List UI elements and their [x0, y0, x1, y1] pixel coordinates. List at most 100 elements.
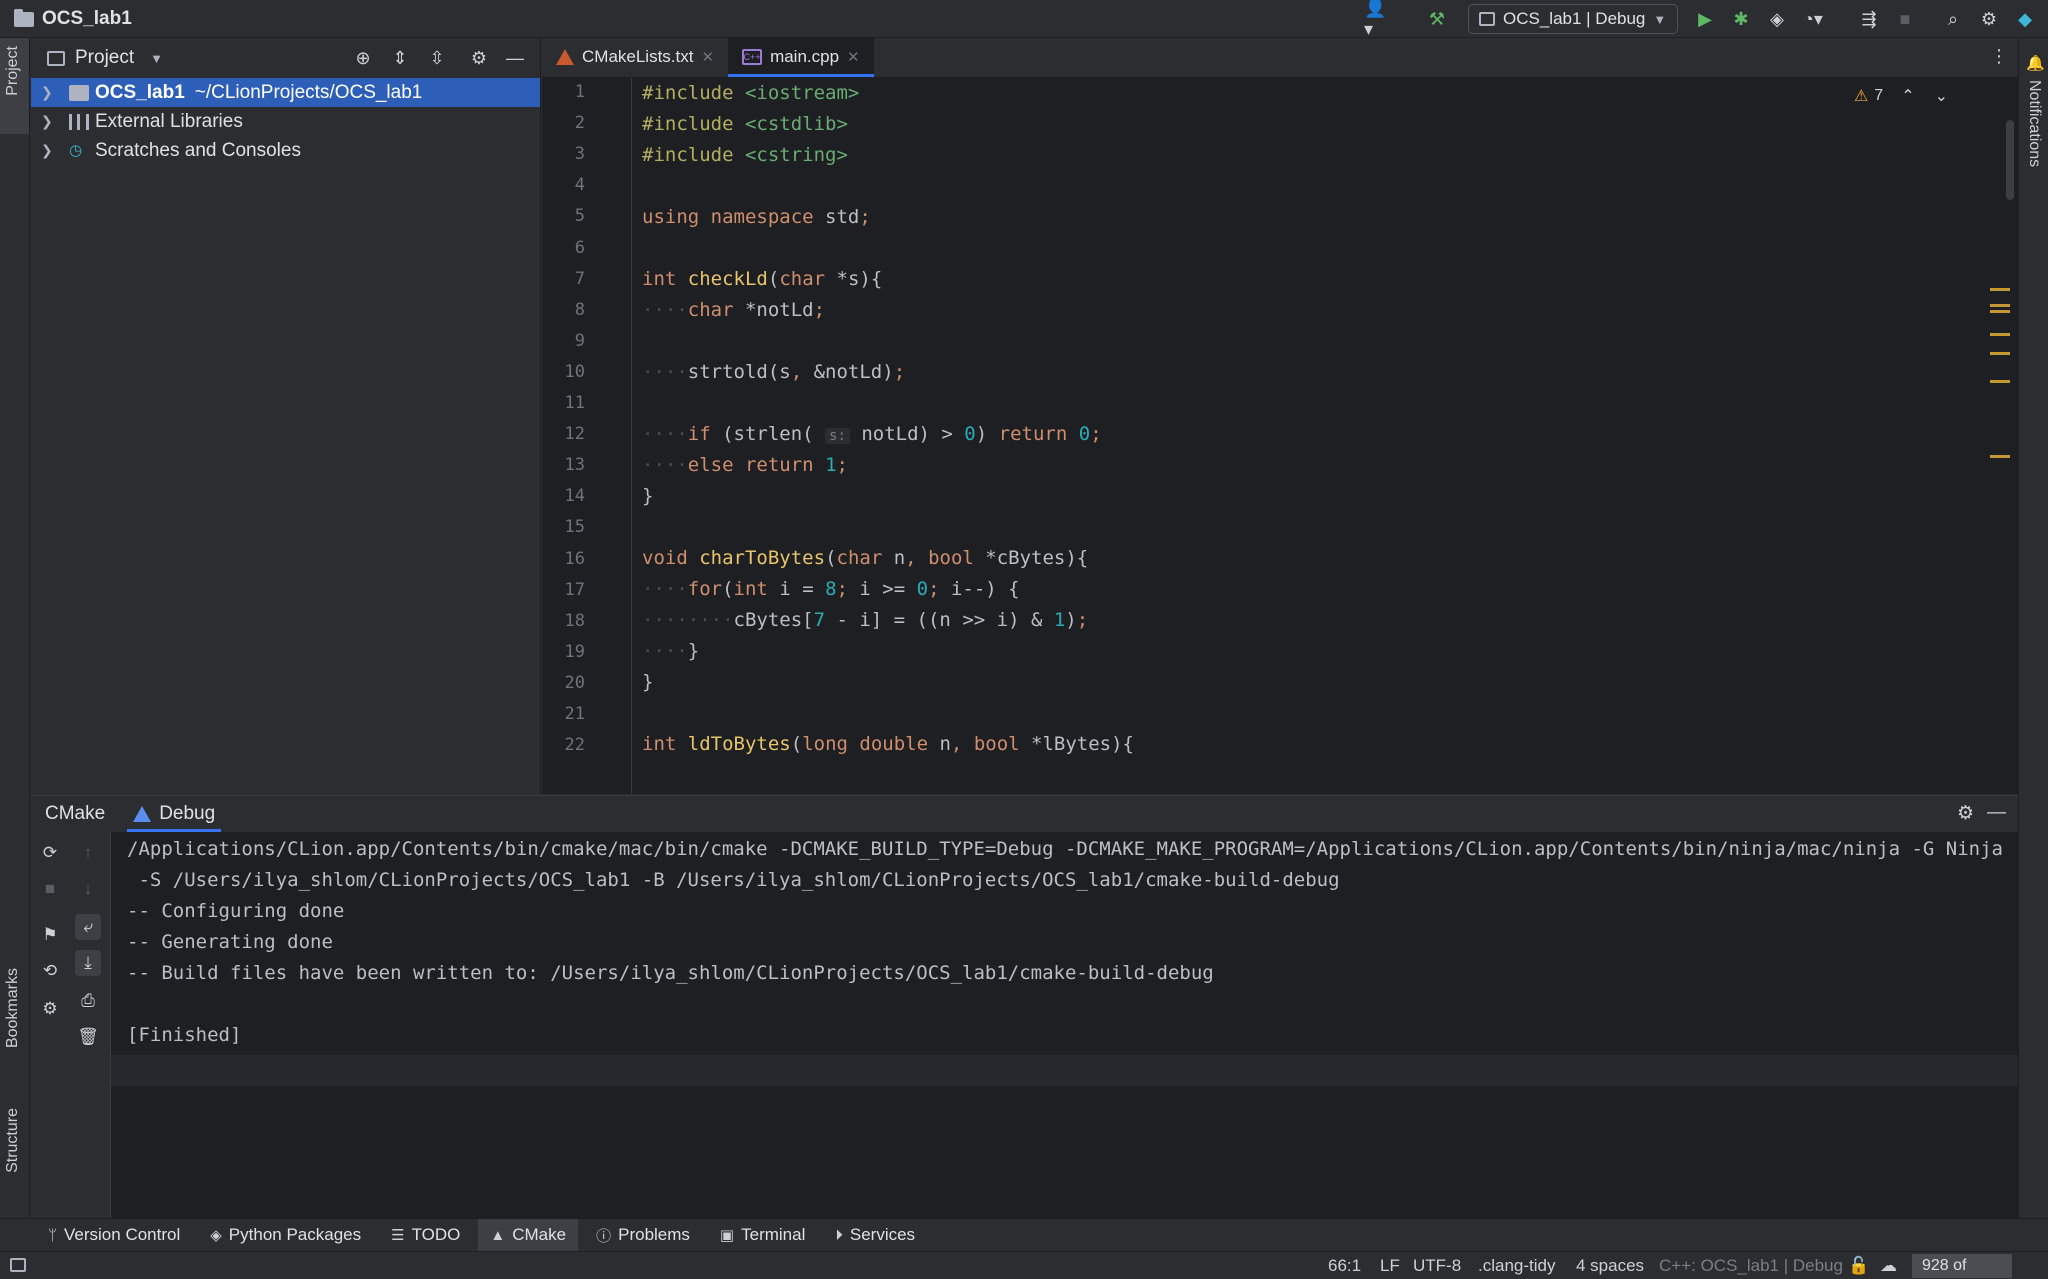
warning-marker[interactable]: [1990, 333, 2010, 336]
line-separator[interactable]: LF: [1380, 1256, 1400, 1276]
memory-indicator[interactable]: 928 of 4096M: [1912, 1254, 2012, 1278]
toggle-tool-windows-icon[interactable]: [10, 1258, 26, 1272]
minimize-icon[interactable]: —: [1987, 802, 2006, 824]
soft-wrap-icon[interactable]: ⤶: [75, 914, 101, 940]
minimize-icon[interactable]: —: [503, 46, 527, 70]
expand-all-icon[interactable]: ⇕: [388, 46, 412, 70]
line-number: 8: [574, 299, 585, 320]
chevron-up-icon[interactable]: ⌃: [1901, 86, 1914, 106]
print-icon[interactable]: ⎙: [75, 988, 101, 1014]
tool-window-label: CMake: [512, 1225, 567, 1244]
clang-tidy-widget[interactable]: .clang-tidy: [1478, 1256, 1555, 1276]
cloud-sync-icon[interactable]: ☁: [1880, 1256, 1897, 1276]
run-configuration-dropdown[interactable]: OCS_lab1 | Debug ▼: [1468, 4, 1678, 34]
locate-icon[interactable]: ⊕: [351, 46, 375, 70]
tool-window-label: Version Control: [64, 1225, 181, 1244]
warnings-count: 7: [1874, 87, 1884, 104]
tab-cmake[interactable]: CMake: [39, 796, 111, 832]
list-icon: ☰: [391, 1227, 405, 1244]
warning-marker[interactable]: [1990, 380, 2010, 383]
toolbox-logo-icon[interactable]: ◆: [2012, 6, 2038, 32]
tool-window-cmake[interactable]: ▲ CMake: [478, 1218, 579, 1252]
tool-window-problems[interactable]: ⓘ Problems: [584, 1219, 702, 1252]
code-line: ········cBytes[7 - i] = ((n >> i) & 1);: [642, 609, 1089, 631]
structure-stripe-label[interactable]: Structure: [4, 1108, 22, 1173]
chevron-right-icon[interactable]: ❯: [41, 142, 63, 159]
stop-icon[interactable]: ■: [1892, 6, 1918, 32]
profile-icon[interactable]: 👤▾: [1364, 0, 1390, 39]
lock-icon[interactable]: 🔓: [1848, 1256, 1869, 1276]
line-number: 3: [574, 144, 585, 165]
chevron-down-icon[interactable]: ▼: [150, 51, 163, 66]
tree-item-scratches[interactable]: ❯ ◷ Scratches and Consoles: [31, 136, 540, 165]
notifications-stripe-label[interactable]: Notifications: [2025, 80, 2043, 167]
bookmarks-stripe-label[interactable]: Bookmarks: [4, 968, 22, 1048]
bell-icon[interactable]: 🔔: [2026, 54, 2045, 72]
inspection-widget[interactable]: ⚠ 7 ⌃ ⌄: [1854, 86, 1948, 106]
project-widget[interactable]: OCS_lab1: [14, 8, 132, 30]
caret-position[interactable]: 66:1: [1328, 1256, 1361, 1276]
chevron-right-icon[interactable]: ❯: [41, 113, 63, 130]
project-stripe-button[interactable]: Project: [0, 38, 29, 134]
tab-debug[interactable]: Debug: [127, 796, 222, 832]
chevron-down-icon[interactable]: ⌄: [1935, 86, 1948, 106]
indent-widget[interactable]: 4 spaces: [1576, 1256, 1644, 1276]
cmake-icon: [556, 49, 574, 65]
line-number: 16: [564, 548, 585, 569]
settings-icon[interactable]: ⚙: [37, 996, 63, 1022]
file-encoding[interactable]: UTF-8: [1413, 1256, 1461, 1276]
profiler-icon[interactable]: ◔▾: [1800, 6, 1826, 32]
project-panel-title[interactable]: Project: [75, 47, 134, 69]
search-icon[interactable]: ⌕: [1940, 6, 1966, 32]
vertical-scrollbar[interactable]: [2006, 120, 2014, 200]
warning-marker[interactable]: [1990, 304, 2010, 307]
arrow-down-icon[interactable]: ↓: [75, 876, 101, 902]
tab-cmakelists[interactable]: CMakeLists.txt ✕: [542, 37, 728, 77]
warning-marker[interactable]: [1990, 352, 2010, 355]
run-icon[interactable]: ▶: [1692, 6, 1718, 32]
arrow-up-icon[interactable]: ↑: [75, 840, 101, 866]
tool-window-todo[interactable]: ☰ TODO: [379, 1219, 472, 1252]
language-context[interactable]: C++: OCS_lab1 | Debug: [1659, 1256, 1843, 1276]
code-area[interactable]: #include <iostream> #include <cstdlib> #…: [642, 78, 1972, 794]
coverage-icon[interactable]: ◈: [1764, 6, 1790, 32]
trash-icon[interactable]: 🗑: [75, 1024, 101, 1050]
warning-marker[interactable]: [1990, 455, 2010, 458]
debug-bug-icon[interactable]: ✱: [1728, 6, 1754, 32]
scroll-to-end-icon[interactable]: ⤓: [75, 950, 101, 976]
tree-item-project-root[interactable]: ❯ OCS_lab1 ~/CLionProjects/OCS_lab1: [31, 78, 540, 107]
cpp-file-icon: C++: [742, 49, 763, 65]
gear-icon[interactable]: ⚙: [1957, 802, 1974, 825]
build-hammer-icon[interactable]: ⚒: [1424, 6, 1450, 32]
console-output[interactable]: /Applications/CLion.app/Contents/bin/cma…: [127, 832, 2018, 1219]
warning-marker[interactable]: [1990, 310, 2010, 313]
attach-icon[interactable]: ⇶: [1856, 6, 1882, 32]
more-vertical-icon[interactable]: ⋮: [1990, 46, 2008, 67]
tab-label: CMake: [45, 803, 106, 824]
reload-icon[interactable]: ⟳: [37, 840, 63, 866]
tool-window-python-packages[interactable]: ◈ Python Packages: [198, 1219, 373, 1252]
collapse-all-icon[interactable]: ⇳: [425, 46, 449, 70]
chevron-right-icon[interactable]: ❯: [41, 84, 63, 101]
play-circle-icon: ⏵: [835, 1226, 843, 1244]
stop-icon[interactable]: ■: [37, 876, 63, 902]
tab-main-cpp[interactable]: C++ main.cpp ✕: [728, 37, 874, 77]
inlay-hint: s:: [825, 428, 850, 444]
close-icon[interactable]: ✕: [847, 48, 860, 66]
tree-item-external-libraries[interactable]: ❯ External Libraries: [31, 107, 540, 136]
line-number: 14: [564, 486, 585, 507]
tool-window-version-control[interactable]: ᛘ Version Control: [36, 1219, 192, 1252]
warning-marker[interactable]: [1990, 288, 2010, 291]
line-number: 6: [574, 237, 585, 258]
cache-icon[interactable]: ⟲: [37, 958, 63, 984]
tool-window-terminal[interactable]: ▣ Terminal: [708, 1219, 817, 1252]
clean-icon[interactable]: ⚑: [37, 922, 63, 948]
close-icon[interactable]: ✕: [701, 48, 714, 66]
gear-icon[interactable]: ⚙: [467, 46, 491, 70]
line-number: 7: [574, 268, 585, 289]
project-panel: Project ▼ ⊕ ⇕ ⇳ ⚙ — ❯ OCS_lab1 ~/CLionPr…: [31, 38, 541, 794]
settings-gear-icon[interactable]: ⚙: [1976, 6, 2002, 32]
chevron-down-icon: ▼: [1653, 11, 1667, 27]
run-config-label: OCS_lab1 | Debug: [1503, 9, 1646, 28]
tool-window-services[interactable]: ⏵ Services: [823, 1219, 927, 1252]
